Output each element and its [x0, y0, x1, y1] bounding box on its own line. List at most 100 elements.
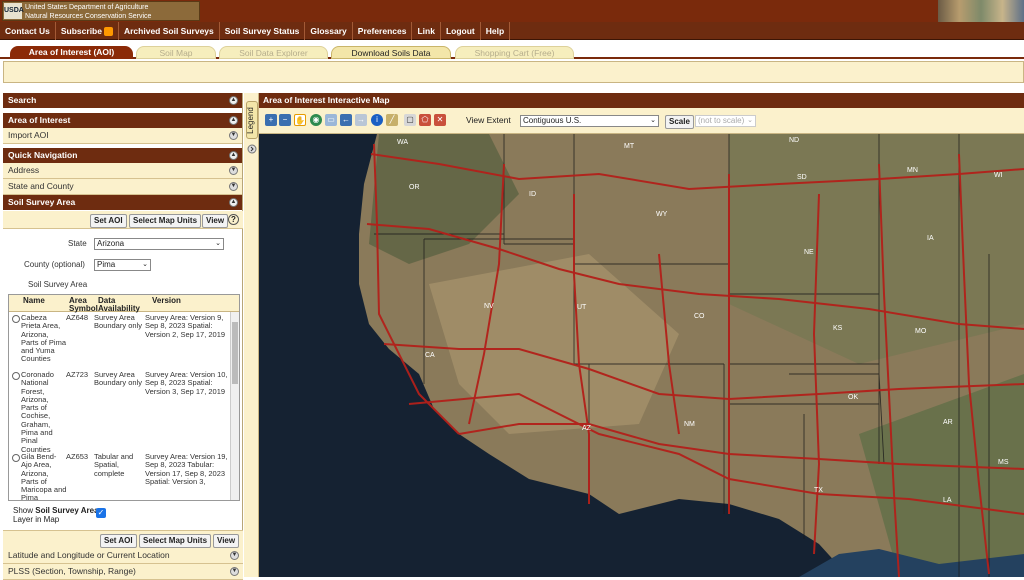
set-aoi-button[interactable]: Set AOI: [90, 214, 127, 228]
state-label: OK: [848, 394, 858, 401]
expand-legend-icon[interactable]: [247, 144, 257, 154]
nav-subscribe[interactable]: Subscribe: [56, 22, 119, 40]
expand-icon[interactable]: ▼: [229, 166, 238, 175]
expand-icon[interactable]: ▼: [230, 551, 239, 560]
table-scrollbar[interactable]: [230, 312, 239, 500]
agency-line-2: Natural Resources Conservation Service: [25, 13, 152, 20]
area-of-interest-header[interactable]: Area of Interest ▲: [3, 113, 242, 128]
aoi-polygon-icon[interactable]: ⬠: [419, 114, 431, 126]
state-select-value: Arizona: [97, 239, 125, 248]
zoom-in-icon[interactable]: +: [265, 114, 277, 126]
plss-label: PLSS (Section, Township, Range): [8, 566, 136, 576]
nav-soil-survey-status[interactable]: Soil Survey Status: [220, 22, 306, 40]
latlon-row[interactable]: Latitude and Longitude or Current Locati…: [3, 548, 243, 564]
state-label: KS: [833, 325, 843, 332]
ssa-button-bar: Set AOI Select Map Units View ?: [3, 211, 243, 229]
state-label: MN: [907, 167, 918, 174]
expand-icon[interactable]: ▼: [229, 131, 238, 140]
ssa-button-bar-bottom: Set AOI Select Map Units View: [3, 530, 243, 548]
table-row[interactable]: Gila Bend-Ajo Area, Arizona, Parts of Ma…: [9, 452, 231, 500]
state-label: MS: [998, 459, 1009, 466]
scale-value: (not to scale): [698, 116, 745, 125]
quick-navigation-header[interactable]: Quick Navigation ▲: [3, 148, 242, 163]
row-version: Survey Area: Version 10, Sep 8, 2023 Spa…: [145, 370, 228, 396]
state-label: NE: [804, 249, 814, 256]
aoi-header-label: Area of Interest: [8, 115, 71, 125]
nav-archived-soil-surveys[interactable]: Archived Soil Surveys: [119, 22, 220, 40]
identify-icon[interactable]: i: [371, 114, 383, 126]
tab-soil-map[interactable]: Soil Map: [136, 46, 216, 59]
set-aoi-button[interactable]: Set AOI: [100, 534, 137, 548]
expand-icon[interactable]: ▼: [230, 567, 239, 576]
row-radio[interactable]: [12, 454, 20, 462]
expand-icon[interactable]: ▼: [229, 182, 238, 191]
tab-download-soils-data[interactable]: Download Soils Data: [331, 46, 451, 59]
nav-preferences[interactable]: Preferences: [353, 22, 413, 40]
view-button[interactable]: View: [202, 214, 229, 228]
measure-icon[interactable]: ╱: [386, 114, 398, 126]
collapse-icon[interactable]: ▲: [229, 96, 238, 105]
row-name: Coronado National Forest, Arizona, Parts…: [21, 370, 54, 454]
pan-icon[interactable]: ✋: [294, 114, 306, 126]
state-label: IA: [927, 235, 934, 242]
full-extent-icon[interactable]: ▭: [325, 114, 337, 126]
show-layer-label: Show Soil Survey Areas Layer in Map: [13, 506, 123, 524]
col-area-symbol: Area Symbol: [69, 296, 98, 313]
view-extent-select[interactable]: Contiguous U.S. ⌄: [520, 115, 659, 127]
legend-tab[interactable]: Legend: [246, 101, 258, 139]
zoom-out-icon[interactable]: −: [279, 114, 291, 126]
nav-logout[interactable]: Logout: [441, 22, 481, 40]
search-header-label: Search: [8, 95, 37, 105]
plss-row[interactable]: PLSS (Section, Township, Range) ▼: [3, 564, 243, 580]
aoi-rectangle-icon[interactable]: ▢: [404, 114, 416, 126]
row-radio[interactable]: [12, 372, 20, 380]
search-header[interactable]: Search ▲: [3, 93, 242, 108]
agency-line-1: United States Department of Agriculture: [25, 4, 149, 11]
help-icon[interactable]: ?: [228, 214, 239, 225]
county-select[interactable]: Pima ⌄: [94, 259, 151, 271]
usda-nrcs-logo[interactable]: USDA United States Department of Agricul…: [2, 1, 200, 21]
chevron-down-icon: ⌄: [142, 261, 148, 268]
scrollbar-thumb[interactable]: [232, 322, 238, 384]
interactive-map[interactable]: WA OR ID MT WY ND SD MN WI NE IA NV UT C…: [259, 134, 1024, 577]
table-row[interactable]: Coronado National Forest, Arizona, Parts…: [9, 370, 231, 454]
state-county-row[interactable]: State and County ▼: [3, 179, 242, 195]
state-select[interactable]: Arizona ⌄: [94, 238, 224, 250]
row-name: Cabeza Prieta Area, Arizona, Parts of Pi…: [21, 313, 67, 364]
nav-link[interactable]: Link: [412, 22, 441, 40]
nav-help[interactable]: Help: [481, 22, 511, 40]
select-map-units-button[interactable]: Select Map Units: [129, 214, 202, 228]
map-title: Area of Interest Interactive Map: [259, 93, 1024, 108]
state-label: WY: [656, 211, 668, 218]
nav-glossary[interactable]: Glossary: [305, 22, 353, 40]
left-panel: Search ▲ Area of Interest ▲ Import AOI ▼ Qu…: [3, 93, 243, 580]
row-availability: Survey Area Boundary only: [94, 370, 142, 388]
forward-icon[interactable]: →: [355, 114, 367, 126]
select-map-units-button[interactable]: Select Map Units: [139, 534, 212, 548]
show-layer-checkbox[interactable]: ✓: [96, 508, 106, 518]
nav-contact-us[interactable]: Contact Us: [0, 22, 56, 40]
clear-aoi-icon[interactable]: ✕: [434, 114, 446, 126]
scale-button[interactable]: Scale: [665, 115, 694, 129]
row-radio[interactable]: [12, 315, 20, 323]
soil-survey-area-header[interactable]: Soil Survey Area ▲: [3, 195, 242, 210]
globe-icon[interactable]: ◉: [310, 114, 322, 126]
col-version: Version: [152, 296, 181, 305]
scale-select[interactable]: (not to scale) ⌄: [695, 115, 756, 127]
tab-area-of-interest[interactable]: Area of Interest (AOI): [10, 46, 133, 59]
back-icon[interactable]: ←: [340, 114, 352, 126]
collapse-icon[interactable]: ▲: [229, 198, 238, 207]
map-canvas[interactable]: WA OR ID MT WY ND SD MN WI NE IA NV UT C…: [259, 134, 1024, 577]
collapse-icon[interactable]: ▲: [229, 116, 238, 125]
collapse-icon[interactable]: ▲: [229, 151, 238, 160]
quick-nav-label: Quick Navigation: [8, 150, 78, 160]
tab-soil-data-explorer[interactable]: Soil Data Explorer: [219, 46, 328, 59]
import-aoi-row[interactable]: Import AOI ▼: [3, 128, 242, 144]
chevron-down-icon: ⌄: [650, 117, 656, 124]
table-row[interactable]: Cabeza Prieta Area, Arizona, Parts of Pi…: [9, 313, 231, 370]
view-button[interactable]: View: [213, 534, 240, 548]
state-label: NM: [684, 421, 695, 428]
top-navigation: Contact Us Subscribe Archived Soil Surve…: [0, 22, 1024, 40]
tab-shopping-cart[interactable]: Shopping Cart (Free): [455, 46, 574, 59]
address-row[interactable]: Address ▼: [3, 163, 242, 179]
